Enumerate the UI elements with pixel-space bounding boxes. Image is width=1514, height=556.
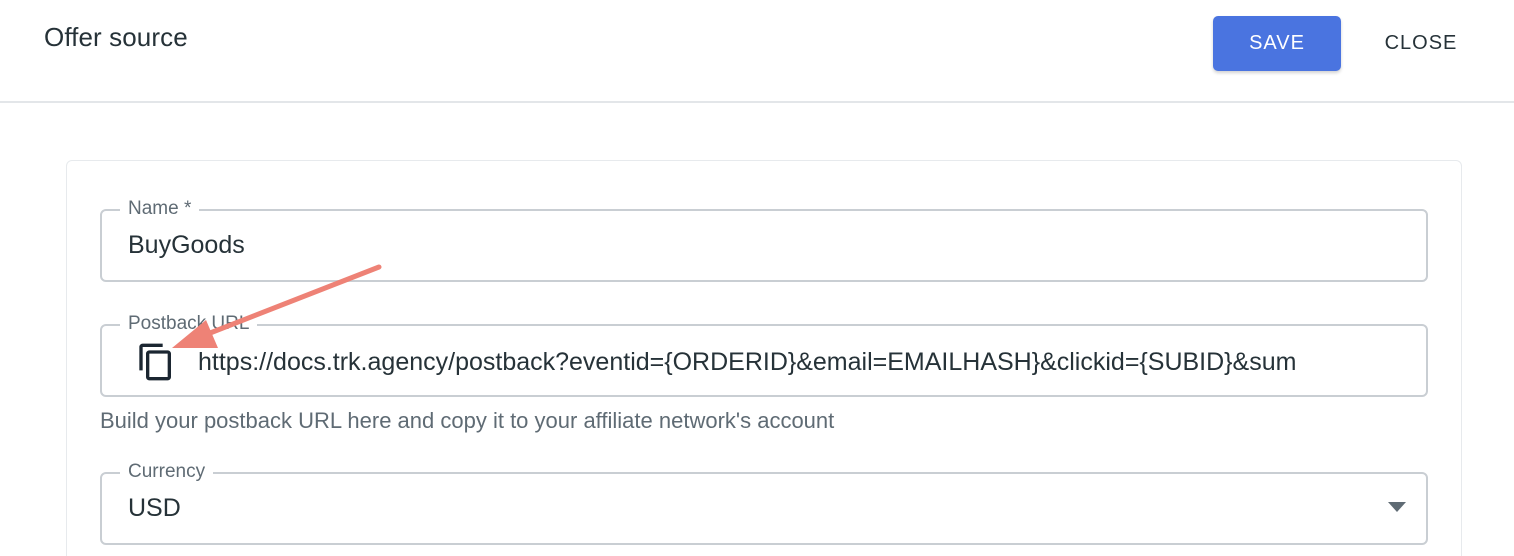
- page-title: Offer source: [44, 22, 188, 52]
- copy-icon[interactable]: [136, 342, 176, 382]
- postback-url-helper-text: Build your postback URL here and copy it…: [100, 408, 835, 433]
- name-input[interactable]: BuyGoods: [128, 231, 245, 260]
- page-header: Offer source SAVE CLOSE: [0, 0, 1514, 103]
- postback-url-label: Postback URL: [120, 311, 258, 337]
- name-field[interactable]: Name * BuyGoods: [100, 196, 1428, 282]
- save-button[interactable]: SAVE: [1213, 16, 1341, 71]
- close-button[interactable]: CLOSE: [1370, 16, 1472, 71]
- name-label: Name *: [120, 196, 200, 222]
- chevron-down-icon[interactable]: [1388, 502, 1406, 512]
- currency-label: Currency: [120, 459, 214, 485]
- offer-source-page: Offer source SAVE CLOSE Name * BuyGoods …: [0, 0, 1514, 556]
- currency-select[interactable]: Currency USD: [100, 459, 1428, 545]
- postback-url-field[interactable]: Postback URL https://docs.trk.agency/pos…: [100, 311, 1428, 397]
- currency-value: USD: [128, 494, 181, 522]
- postback-url-input[interactable]: https://docs.trk.agency/postback?eventid…: [198, 344, 1402, 380]
